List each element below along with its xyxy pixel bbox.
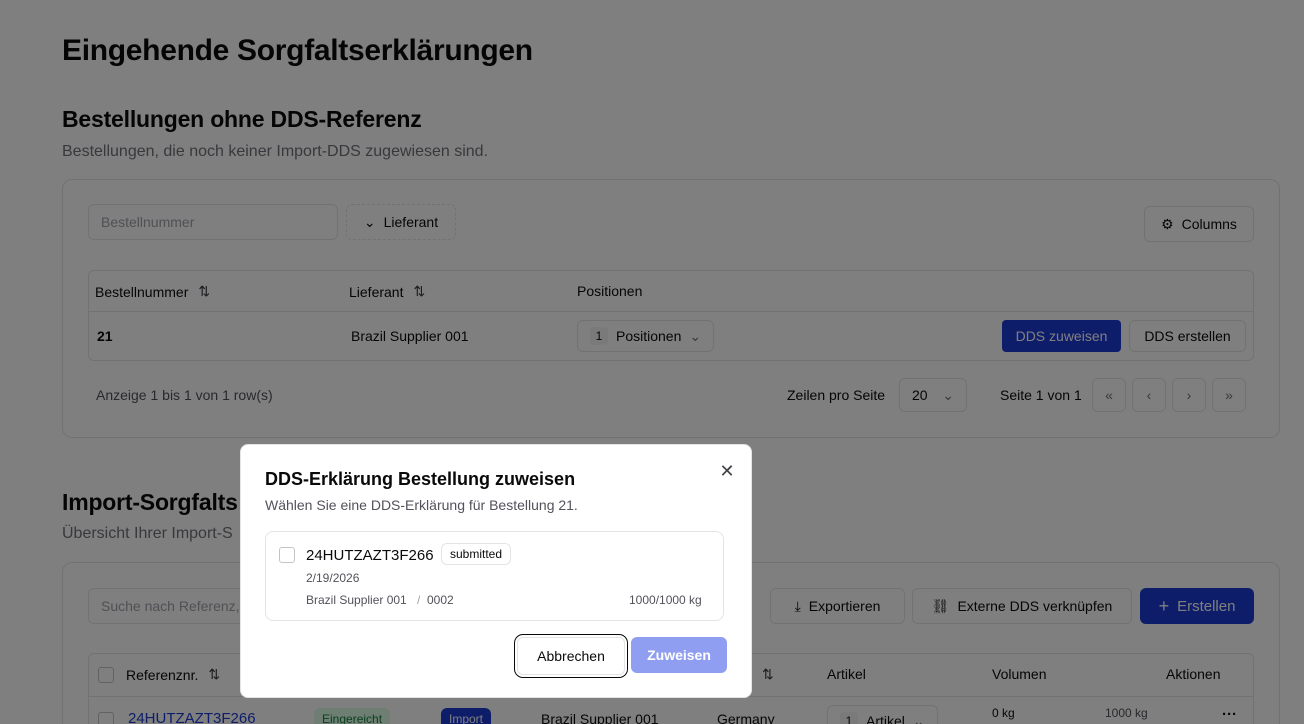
dds-option[interactable]: 24HUTZAZT3F266 submitted 2/19/2026 Brazi…	[265, 531, 724, 621]
assign-dds-dialog: DDS-Erklärung Bestellung zuweisen Wählen…	[240, 444, 752, 698]
assign-button[interactable]: Zuweisen	[631, 637, 727, 673]
option-separator: /	[417, 593, 421, 607]
option-status-badge: submitted	[441, 543, 512, 565]
dialog-title: DDS-Erklärung Bestellung zuweisen	[265, 469, 576, 489]
option-checkbox[interactable]	[279, 547, 295, 563]
dialog-description: Wählen Sie eine DDS-Erklärung für Bestel…	[265, 497, 578, 513]
option-supplier: Brazil Supplier 001	[306, 593, 407, 607]
cancel-button[interactable]: Abbrechen	[517, 637, 625, 675]
option-date: 2/19/2026	[306, 571, 360, 585]
close-icon[interactable]: ✕	[717, 461, 737, 481]
option-code: 0002	[427, 593, 454, 607]
option-reference: 24HUTZAZT3F266	[306, 547, 434, 564]
option-quantity: 1000/1000 kg	[629, 593, 702, 607]
